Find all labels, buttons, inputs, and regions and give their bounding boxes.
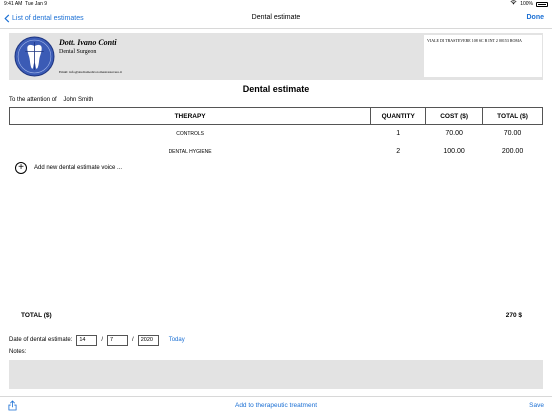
quantity-cell: 1 — [396, 130, 401, 138]
notes-label: Notes: — [9, 349, 27, 355]
status-date: Tue Jan 9 — [25, 1, 48, 7]
column-header-cost: COST ($) — [425, 107, 484, 125]
total-cell: 70.00 — [503, 130, 522, 138]
wifi-icon — [510, 0, 517, 9]
status-right: 100% — [510, 0, 548, 9]
column-header-quantity: QUANTITY — [370, 107, 427, 125]
attention-line: To the attention of John Smith — [9, 97, 93, 103]
year-field[interactable] — [137, 334, 159, 346]
status-bar: 9:41 AM Tue Jan 9 100% — [0, 0, 552, 9]
navigation-bar: List of dental estimates Dental estimate… — [0, 9, 552, 29]
doctor-role: Dental Surgeon — [59, 49, 97, 55]
plus-circle-icon: + — [15, 162, 27, 174]
battery-percent: 100% — [520, 1, 533, 7]
add-to-treatment-button[interactable]: Add to therapeutic treatment — [235, 402, 317, 409]
date-label: Date of dental estimate: — [9, 337, 73, 343]
attention-label: To the attention of — [9, 97, 57, 103]
column-header-therapy: THERAPY — [8, 107, 372, 125]
date-separator: / — [132, 337, 134, 343]
nav-title: Dental estimate — [251, 14, 301, 21]
date-separator: / — [101, 337, 104, 343]
total-value: 270 $ — [505, 312, 522, 319]
add-estimate-voice-button[interactable]: + Add new dental estimate voice ... — [15, 162, 122, 174]
notes-field[interactable] — [9, 360, 543, 389]
doctor-email: Email: info@studiomedicoromastrastevere.… — [59, 70, 122, 74]
today-button[interactable]: Today — [169, 337, 185, 343]
address-box: VIALE DI TRASTEVERE 108 SC B INT 2 00153… — [424, 35, 542, 77]
day-field[interactable] — [76, 334, 98, 346]
doctor-name: Dott. Ivano Conti — [59, 38, 117, 47]
therapy-cell: DENTAL HYGIENE — [168, 148, 212, 155]
add-voice-label: Add new dental estimate voice ... — [34, 165, 123, 171]
cost-cell: 100.00 — [443, 148, 465, 155]
table-header-row: THERAPY QUANTITY COST ($) TOTAL ($) — [8, 107, 543, 125]
save-button[interactable]: Save — [529, 402, 544, 409]
total-label: TOTAL ($) — [21, 312, 52, 319]
table-row[interactable]: CONTROLS 1 70.00 70.00 — [10, 125, 543, 143]
estimate-heading: Dental estimate — [242, 84, 310, 94]
quantity-cell: 2 — [396, 148, 401, 155]
status-time: 9:41 AM — [4, 1, 23, 7]
estimate-table: THERAPY QUANTITY COST ($) TOTAL ($) CONT… — [8, 107, 543, 161]
done-button[interactable]: Done — [527, 14, 545, 21]
letterhead: Dott. Ivano Conti Dental Surgeon Email: … — [9, 33, 543, 80]
month-field[interactable] — [107, 334, 129, 346]
cost-cell: 70.00 — [445, 130, 463, 138]
battery-icon — [536, 2, 548, 7]
column-header-total: TOTAL ($) — [482, 107, 543, 125]
therapy-cell: CONTROLS — [176, 130, 204, 137]
bottom-toolbar: Add to therapeutic treatment Save — [0, 396, 552, 414]
total-cell: 200.00 — [501, 148, 524, 155]
table-row[interactable]: DENTAL HYGIENE 2 100.00 200.00 — [10, 143, 543, 161]
tooth-logo-icon — [14, 36, 55, 77]
patient-name[interactable]: John Smith — [63, 97, 93, 103]
date-row: Date of dental estimate: / / Today — [9, 334, 185, 346]
